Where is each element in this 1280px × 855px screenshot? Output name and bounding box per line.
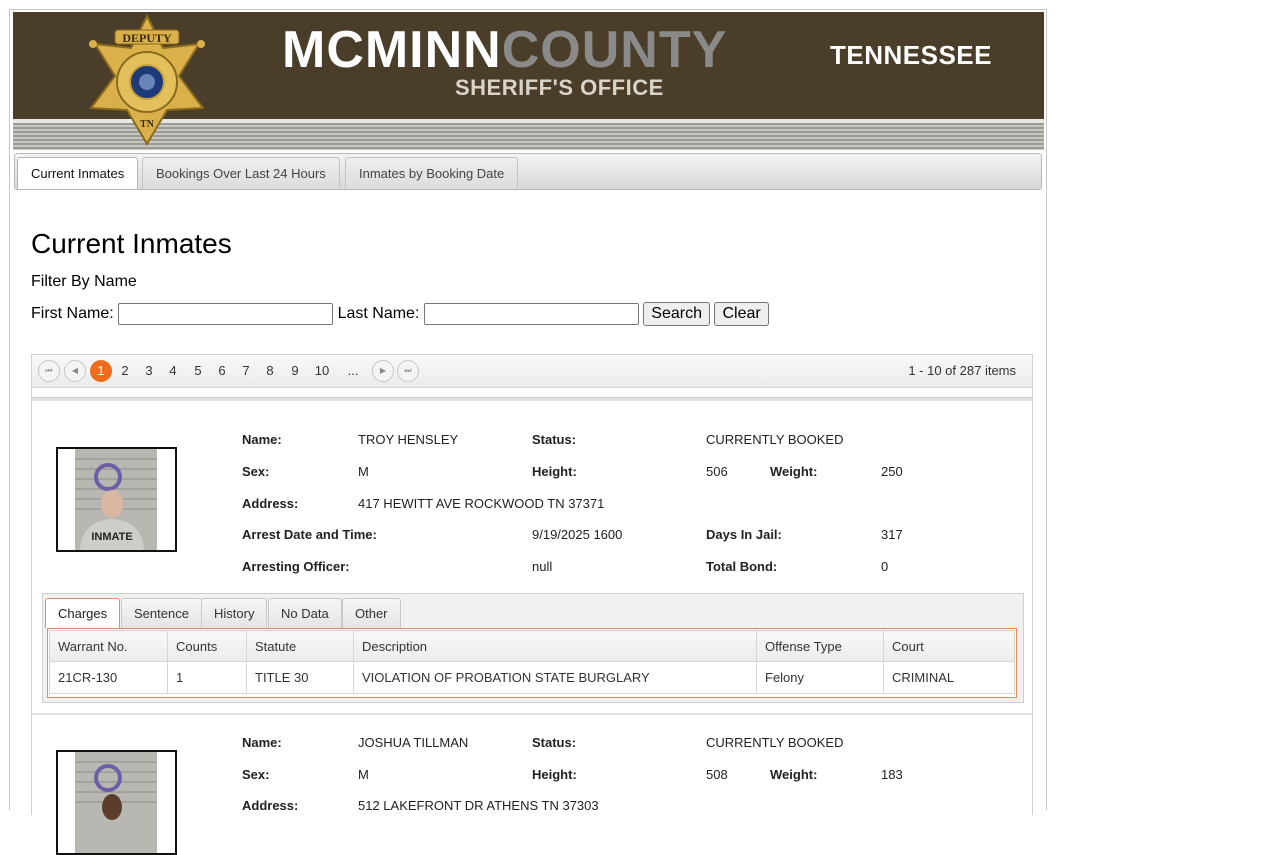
height-value: 506 xyxy=(706,464,728,479)
tab-sentence[interactable]: Sentence xyxy=(121,598,202,628)
col-statute[interactable]: Statute xyxy=(246,630,354,662)
table-row: 21CR-130 1 TITLE 30 VIOLATION OF PROBATI… xyxy=(49,661,1015,694)
page-7[interactable]: 7 xyxy=(237,360,255,382)
tab-bookings-24h[interactable]: Bookings Over Last 24 Hours xyxy=(142,157,340,189)
deputy-badge-logo: DEPUTY TN xyxy=(89,14,205,146)
height-value: 508 xyxy=(706,767,728,782)
page-6[interactable]: 6 xyxy=(213,360,231,382)
court-cell: CRIMINAL xyxy=(883,661,1015,694)
sex-value: M xyxy=(358,464,369,479)
inmate-grid: ⏮ ◀ 1 2 3 4 5 6 7 8 9 10 ... ▶ ⏭ 1 - 10 … xyxy=(31,354,1033,855)
detail-tabstrip: Charges Sentence History No Data Other W… xyxy=(42,593,1024,703)
page-more[interactable]: ... xyxy=(344,360,362,382)
bond-label: Total Bond: xyxy=(706,559,778,574)
last-page-icon[interactable]: ⏭ xyxy=(397,360,419,382)
sex-label: Sex: xyxy=(242,767,270,782)
inmate-record: INMATE Name: TROY HENSLEY Status: CURREN… xyxy=(32,403,1032,703)
title-part-2: COUNTY xyxy=(501,21,728,79)
warrant-cell: 21CR-130 xyxy=(49,661,168,694)
officer-value: null xyxy=(532,559,553,574)
tab-inmates-by-booking-date[interactable]: Inmates by Booking Date xyxy=(345,157,519,189)
description-cell: VIOLATION OF PROBATION STATE BURGLARY xyxy=(353,661,757,694)
prev-page-icon[interactable]: ◀ xyxy=(64,360,86,382)
status-label: Status: xyxy=(532,432,577,447)
page-1[interactable]: 1 xyxy=(90,360,112,382)
height-label: Height: xyxy=(532,767,577,782)
main-nav: Current Inmates Bookings Over Last 24 Ho… xyxy=(14,153,1042,190)
counts-cell: 1 xyxy=(167,661,247,694)
page-5[interactable]: 5 xyxy=(189,360,207,382)
bond-value: 0 xyxy=(881,559,889,574)
first-name-input[interactable] xyxy=(118,303,334,325)
last-name-label: Last Name: xyxy=(337,305,420,323)
inmate-record: Name: JOSHUA TILLMAN Status: CURRENTLY B… xyxy=(32,706,1032,855)
search-button[interactable]: Search xyxy=(643,302,710,326)
inmate-name: JOSHUA TILLMAN xyxy=(358,735,469,750)
tab-other[interactable]: Other xyxy=(342,598,401,628)
mugshot-shirt-text: INMATE xyxy=(91,531,132,543)
tab-no-data[interactable]: No Data xyxy=(268,598,342,628)
weight-value: 250 xyxy=(881,464,903,479)
badge-bottom-text: TN xyxy=(140,119,155,130)
title-part-1: MCMINN xyxy=(282,21,502,79)
charges-table: Warrant No. Counts Statute Description O… xyxy=(47,628,1017,698)
first-name-label: First Name: xyxy=(31,305,114,323)
page-frame: DEPUTY TN MCMINNCOUNTY TENNESSEE SHERIFF… xyxy=(9,9,1047,855)
tab-history[interactable]: History xyxy=(201,598,268,628)
page-4[interactable]: 4 xyxy=(164,360,182,382)
col-counts[interactable]: Counts xyxy=(167,630,247,662)
pager: ⏮ ◀ 1 2 3 4 5 6 7 8 9 10 ... ▶ ⏭ 1 - 10 … xyxy=(32,355,1032,388)
offense-cell: Felony xyxy=(756,661,884,694)
filter-heading: Filter By Name xyxy=(31,273,137,290)
clear-button[interactable]: Clear xyxy=(714,302,769,326)
filter-form: First Name: Last Name: Search Clear xyxy=(31,302,769,326)
tab-charges[interactable]: Charges xyxy=(45,598,121,628)
col-description[interactable]: Description xyxy=(353,630,757,662)
arrest-label: Arrest Date and Time: xyxy=(242,527,377,542)
status-value: CURRENTLY BOOKED xyxy=(706,735,844,750)
first-page-icon[interactable]: ⏮ xyxy=(38,360,60,382)
header-banner: DEPUTY TN MCMINNCOUNTY TENNESSEE SHERIFF… xyxy=(13,12,1044,150)
col-offense-type[interactable]: Offense Type xyxy=(756,630,884,662)
status-value: CURRENTLY BOOKED xyxy=(706,432,844,447)
page-2[interactable]: 2 xyxy=(116,360,134,382)
col-warrant[interactable]: Warrant No. xyxy=(49,630,168,662)
weight-label: Weight: xyxy=(770,767,818,782)
site-title: MCMINNCOUNTY xyxy=(282,20,727,80)
pager-info: 1 - 10 of 287 items xyxy=(908,363,1016,378)
grid-header-bar xyxy=(32,397,1032,401)
mugshot: INMATE xyxy=(56,447,177,552)
sex-value: M xyxy=(358,767,369,782)
weight-value: 183 xyxy=(881,767,903,782)
address-value: 512 LAKEFRONT DR ATHENS TN 37303 xyxy=(358,798,599,813)
sex-label: Sex: xyxy=(242,464,270,479)
days-value: 317 xyxy=(881,527,903,542)
officer-label: Arresting Officer: xyxy=(242,559,350,574)
name-label: Name: xyxy=(242,735,282,750)
page-8[interactable]: 8 xyxy=(261,360,279,382)
tab-current-inmates[interactable]: Current Inmates xyxy=(17,157,139,189)
statute-cell: TITLE 30 xyxy=(246,661,354,694)
badge-top-text: DEPUTY xyxy=(122,31,172,45)
page-title: Current Inmates xyxy=(31,228,232,259)
page-3[interactable]: 3 xyxy=(140,360,158,382)
col-court[interactable]: Court xyxy=(883,630,1015,662)
inmate-name: TROY HENSLEY xyxy=(358,432,459,447)
status-label: Status: xyxy=(532,735,577,750)
address-label: Address: xyxy=(242,798,299,813)
page-9[interactable]: 9 xyxy=(286,360,304,382)
name-label: Name: xyxy=(242,432,282,447)
page-10[interactable]: 10 xyxy=(313,360,331,382)
last-name-input[interactable] xyxy=(423,303,639,325)
office-subtitle: SHERIFF'S OFFICE xyxy=(455,75,664,100)
weight-label: Weight: xyxy=(770,464,818,479)
mugshot xyxy=(56,750,177,855)
days-label: Days In Jail: xyxy=(706,527,782,542)
address-label: Address: xyxy=(242,496,299,511)
arrest-value: 9/19/2025 1600 xyxy=(532,527,623,542)
next-page-icon[interactable]: ▶ xyxy=(372,360,394,382)
state-label: TENNESSEE xyxy=(830,40,992,70)
height-label: Height: xyxy=(532,464,577,479)
address-value: 417 HEWITT AVE ROCKWOOD TN 37371 xyxy=(358,496,605,511)
